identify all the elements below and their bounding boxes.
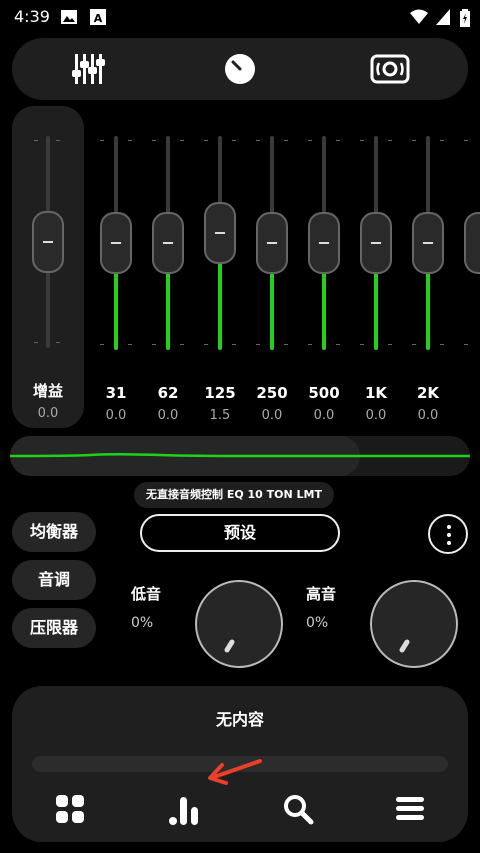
tab-tone[interactable] <box>220 50 260 88</box>
band-gain: 1.5 <box>209 408 231 423</box>
response-curve <box>10 453 470 458</box>
effect-chain-tag: 无直接音频控制 EQ 10 TON LMT <box>134 482 335 508</box>
nav-search-button[interactable] <box>278 789 318 829</box>
limiter-tab[interactable]: 压限器 <box>12 608 96 648</box>
band-fill <box>114 272 118 350</box>
nav-equalizer-button[interactable] <box>164 789 204 829</box>
preamp-knob[interactable] <box>32 211 64 273</box>
sliders-icon <box>72 54 105 84</box>
band-frequency: 31 <box>105 384 127 402</box>
band-knob-partial[interactable] <box>464 212 480 274</box>
band-knob[interactable] <box>204 202 236 264</box>
band-fill <box>426 272 430 350</box>
status-bar: 4:39 A <box>0 0 480 34</box>
treble-label: 高音 <box>306 585 337 603</box>
grid-icon <box>56 795 84 823</box>
preamp-panel: 增益 0.0 <box>12 106 84 428</box>
band-knob[interactable] <box>360 212 392 274</box>
band-knob[interactable] <box>152 212 184 274</box>
wifi-icon <box>410 9 428 24</box>
band-frequency: 500 <box>308 384 340 402</box>
more-vert-icon <box>447 525 451 529</box>
battery-icon <box>460 9 470 27</box>
band-gain: 0.0 <box>417 408 439 423</box>
menu-icon <box>396 797 424 820</box>
band-knob[interactable] <box>412 212 444 274</box>
top-tab-bar <box>12 38 468 100</box>
band-knob[interactable] <box>100 212 132 274</box>
treble-dial[interactable] <box>370 580 458 668</box>
preamp-value: 0.0 <box>37 406 59 421</box>
status-time: 4:39 <box>14 7 50 26</box>
knob-icon <box>225 54 255 84</box>
image-notification-icon <box>61 10 77 24</box>
nav-menu-button[interactable] <box>390 789 430 829</box>
now-playing-title: 无内容 <box>215 710 264 729</box>
search-icon <box>284 795 314 825</box>
band-frequency: 1K <box>364 384 388 402</box>
equalizer-tab[interactable]: 均衡器 <box>12 512 96 552</box>
bass-dial[interactable] <box>195 580 283 668</box>
band-knob[interactable] <box>256 212 288 274</box>
speaker-icon <box>370 54 410 84</box>
band-gain: 0.0 <box>157 408 179 423</box>
frequency-response-graph[interactable] <box>10 436 470 476</box>
preset-button[interactable]: 预设 <box>140 514 340 552</box>
equalizer-bars-icon <box>169 797 198 825</box>
tone-tab[interactable]: 音调 <box>12 560 96 600</box>
band-fill <box>270 272 274 350</box>
bass-label: 低音 <box>131 585 162 603</box>
band-fill <box>218 262 222 350</box>
band-fill <box>166 272 170 350</box>
band-frequency: 125 <box>204 384 236 402</box>
bass-value: 0% <box>131 615 154 631</box>
nav-library-button[interactable] <box>50 789 90 829</box>
annotation-arrow-icon <box>208 759 262 785</box>
tab-equalizer[interactable] <box>68 50 108 88</box>
more-options-button[interactable] <box>428 514 468 554</box>
band-frequency: 2K <box>416 384 440 402</box>
svg-text:A: A <box>94 12 103 25</box>
band-frequency: 62 <box>157 384 179 402</box>
band-gain: 0.0 <box>105 408 127 423</box>
app-notification-icon: A <box>90 9 106 25</box>
preamp-label: 增益 <box>32 382 63 400</box>
treble-value: 0% <box>306 615 329 631</box>
band-gain: 0.0 <box>313 408 335 423</box>
band-gain: 0.0 <box>261 408 283 423</box>
band-fill <box>374 272 378 350</box>
band-knob[interactable] <box>308 212 340 274</box>
band-frequency: 250 <box>256 384 288 402</box>
band-gain: 0.0 <box>365 408 387 423</box>
band-fill <box>322 272 326 350</box>
tab-limiter[interactable] <box>370 50 410 88</box>
signal-icon <box>436 9 450 25</box>
